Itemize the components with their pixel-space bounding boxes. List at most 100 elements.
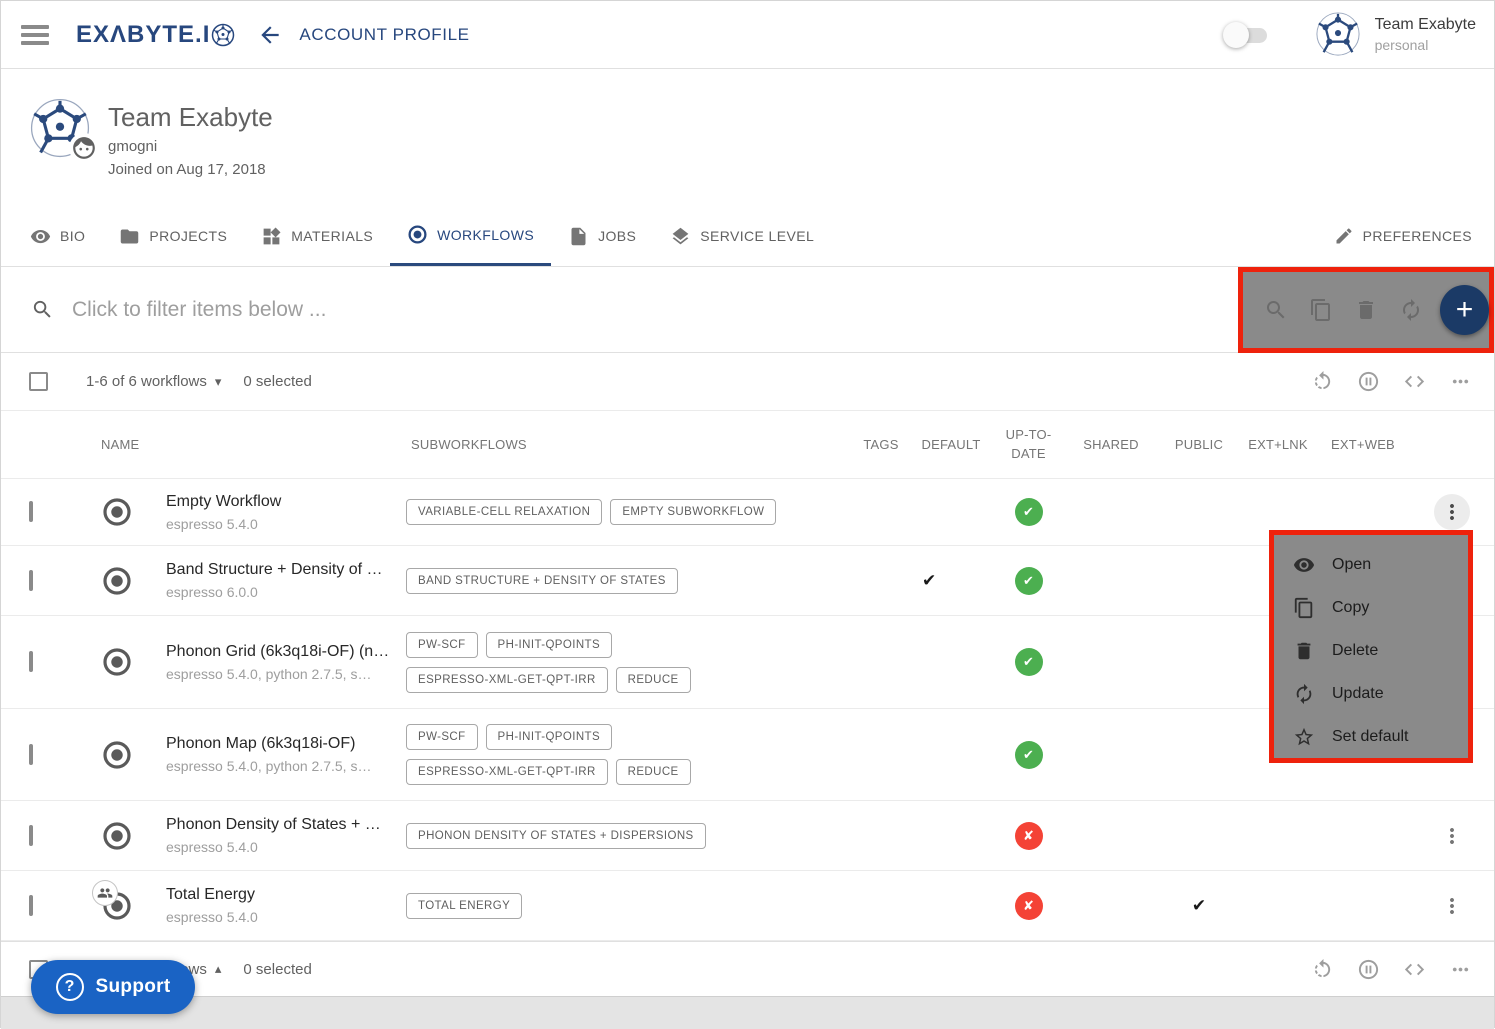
pause-circle-icon[interactable] [1357,370,1380,393]
theme-toggle[interactable] [1223,26,1267,44]
workflow-name[interactable]: Band Structure + Density of … [166,561,394,579]
row-checkbox[interactable] [29,651,33,672]
help-icon: ? [56,973,84,1001]
select-all-checkbox[interactable] [29,372,48,391]
eye-icon [1293,554,1315,576]
row-checkbox[interactable] [29,895,33,916]
add-workflow-button[interactable]: + [1440,285,1489,335]
column-public: PUBLIC [1175,437,1223,452]
column-ext-lnk: EXT+LNK [1248,437,1308,452]
tab-jobs[interactable]: JOBS [551,206,653,266]
copy-icon[interactable] [1309,298,1333,322]
support-label: Support [96,976,171,998]
profile-joined-date: Joined on Aug 17, 2018 [108,161,266,178]
profile-name: Team Exabyte [108,102,273,133]
table-row: Total Energy espresso 5.4.0 TOTAL ENERGY… [1,871,1494,941]
file-icon [568,226,589,247]
search-action-icon[interactable] [1264,298,1288,322]
tab-label: PROJECTS [149,228,227,244]
logo-globe-icon [211,23,235,47]
workflow-icon [86,890,161,922]
subworkflow-chip[interactable]: BAND STRUCTURE + DENSITY OF STATES [406,568,678,594]
row-menu-button[interactable] [1434,494,1470,530]
chevron-down-icon[interactable]: ▾ [215,374,222,390]
tab-label: SERVICE LEVEL [700,228,814,244]
workflow-name[interactable]: Phonon Density of States + … [166,816,394,834]
check-icon: ✔ [1023,747,1034,763]
subworkflow-chip[interactable]: PH-INIT-QPOINTS [486,724,612,750]
subworkflow-chip[interactable]: TOTAL ENERGY [406,893,522,919]
tab-label: JOBS [598,228,636,244]
sync-icon[interactable] [1399,298,1423,322]
row-checkbox[interactable] [29,570,33,591]
workflow-name[interactable]: Phonon Map (6k3q18i-OF) [166,735,394,753]
tab-bio[interactable]: BIO [13,206,102,266]
tab-workflows[interactable]: WORKFLOWS [390,206,551,266]
menu-item-label: Set default [1332,728,1409,746]
tab-label: MATERIALS [291,228,373,244]
subworkflow-chip[interactable]: EMPTY SUBWORKFLOW [610,499,776,525]
back-arrow-icon[interactable] [257,22,283,48]
public-check-icon: ✔ [1192,896,1206,915]
list-toolbar-bottom: 1-6 of 6 workflows ▴ 0 selected [1,941,1494,996]
menu-item-open[interactable]: Open [1274,543,1468,586]
subworkflow-chip[interactable]: PW-SCF [406,724,478,750]
more-horiz-icon[interactable] [1449,958,1472,981]
check-icon: ✔ [1023,504,1034,520]
column-name: NAME [86,437,406,452]
restore-icon[interactable] [1311,370,1334,393]
subworkflow-chip[interactable]: REDUCE [616,667,691,693]
copy-icon [1293,597,1315,619]
subworkflow-chip[interactable]: ESPRESSO-XML-GET-QPT-IRR [406,667,608,693]
restore-icon[interactable] [1311,958,1334,981]
tab-projects[interactable]: PROJECTS [102,206,244,266]
subworkflow-chip[interactable]: PHONON DENSITY OF STATES + DISPERSIONS [406,823,706,849]
user-face-icon [69,133,99,163]
account-menu[interactable]: Team Exabyte personal [1315,11,1476,57]
workflow-icon [86,565,161,597]
tab-service-level[interactable]: SERVICE LEVEL [653,206,831,266]
profile-username: gmogni [108,138,157,155]
subworkflow-chip[interactable]: PW-SCF [406,632,478,658]
row-menu-button[interactable] [1440,894,1464,918]
column-subworkflows: SUBWORKFLOWS [406,437,856,452]
app-logo[interactable]: EXΛBYTE.I [76,21,235,49]
row-menu-button[interactable] [1440,824,1464,848]
out-of-date-badge: ✘ [1015,822,1043,850]
workflow-name[interactable]: Total Energy [166,886,394,904]
workflow-name[interactable]: Empty Workflow [166,493,394,511]
menu-item-copy[interactable]: Copy [1274,586,1468,629]
support-button[interactable]: ? Support [31,960,195,1014]
pause-circle-icon[interactable] [1357,958,1380,981]
menu-item-update[interactable]: Update [1274,672,1468,715]
menu-icon[interactable] [21,25,49,45]
tab-materials[interactable]: MATERIALS [244,206,390,266]
pencil-icon [1334,226,1354,246]
list-toolbar-top: 1-6 of 6 workflows ▾ 0 selected [1,353,1494,411]
menu-item-set-default[interactable]: Set default [1274,715,1468,758]
chevron-up-icon[interactable]: ▴ [215,961,222,977]
row-checkbox[interactable] [29,825,33,846]
menu-item-delete[interactable]: Delete [1274,629,1468,672]
subworkflow-chip[interactable]: REDUCE [616,759,691,785]
up-to-date-badge: ✔ [1015,741,1043,769]
sync-icon [1293,683,1315,705]
cross-icon: ✘ [1023,828,1034,844]
delete-icon[interactable] [1354,298,1378,322]
row-checkbox[interactable] [29,501,33,522]
more-horiz-icon[interactable] [1449,370,1472,393]
subworkflow-chip[interactable]: VARIABLE-CELL RELAXATION [406,499,602,525]
row-context-menu: Open Copy Delete Update Set default [1269,530,1473,763]
pagination-range[interactable]: 1-6 of 6 workflows [86,373,207,390]
workflow-icon [86,496,161,528]
workflow-name[interactable]: Phonon Grid (6k3q18i-OF) (n… [166,643,394,661]
code-icon[interactable] [1403,958,1426,981]
filter-input[interactable] [72,298,772,322]
row-checkbox[interactable] [29,744,33,765]
subworkflow-chip[interactable]: ESPRESSO-XML-GET-QPT-IRR [406,759,608,785]
preferences-button[interactable]: PREFERENCES [1317,206,1489,266]
code-icon[interactable] [1403,370,1426,393]
menu-item-label: Update [1332,685,1384,703]
workflow-subtitle: espresso 5.4.0, python 2.7.5, s… [166,758,394,774]
subworkflow-chip[interactable]: PH-INIT-QPOINTS [486,632,612,658]
